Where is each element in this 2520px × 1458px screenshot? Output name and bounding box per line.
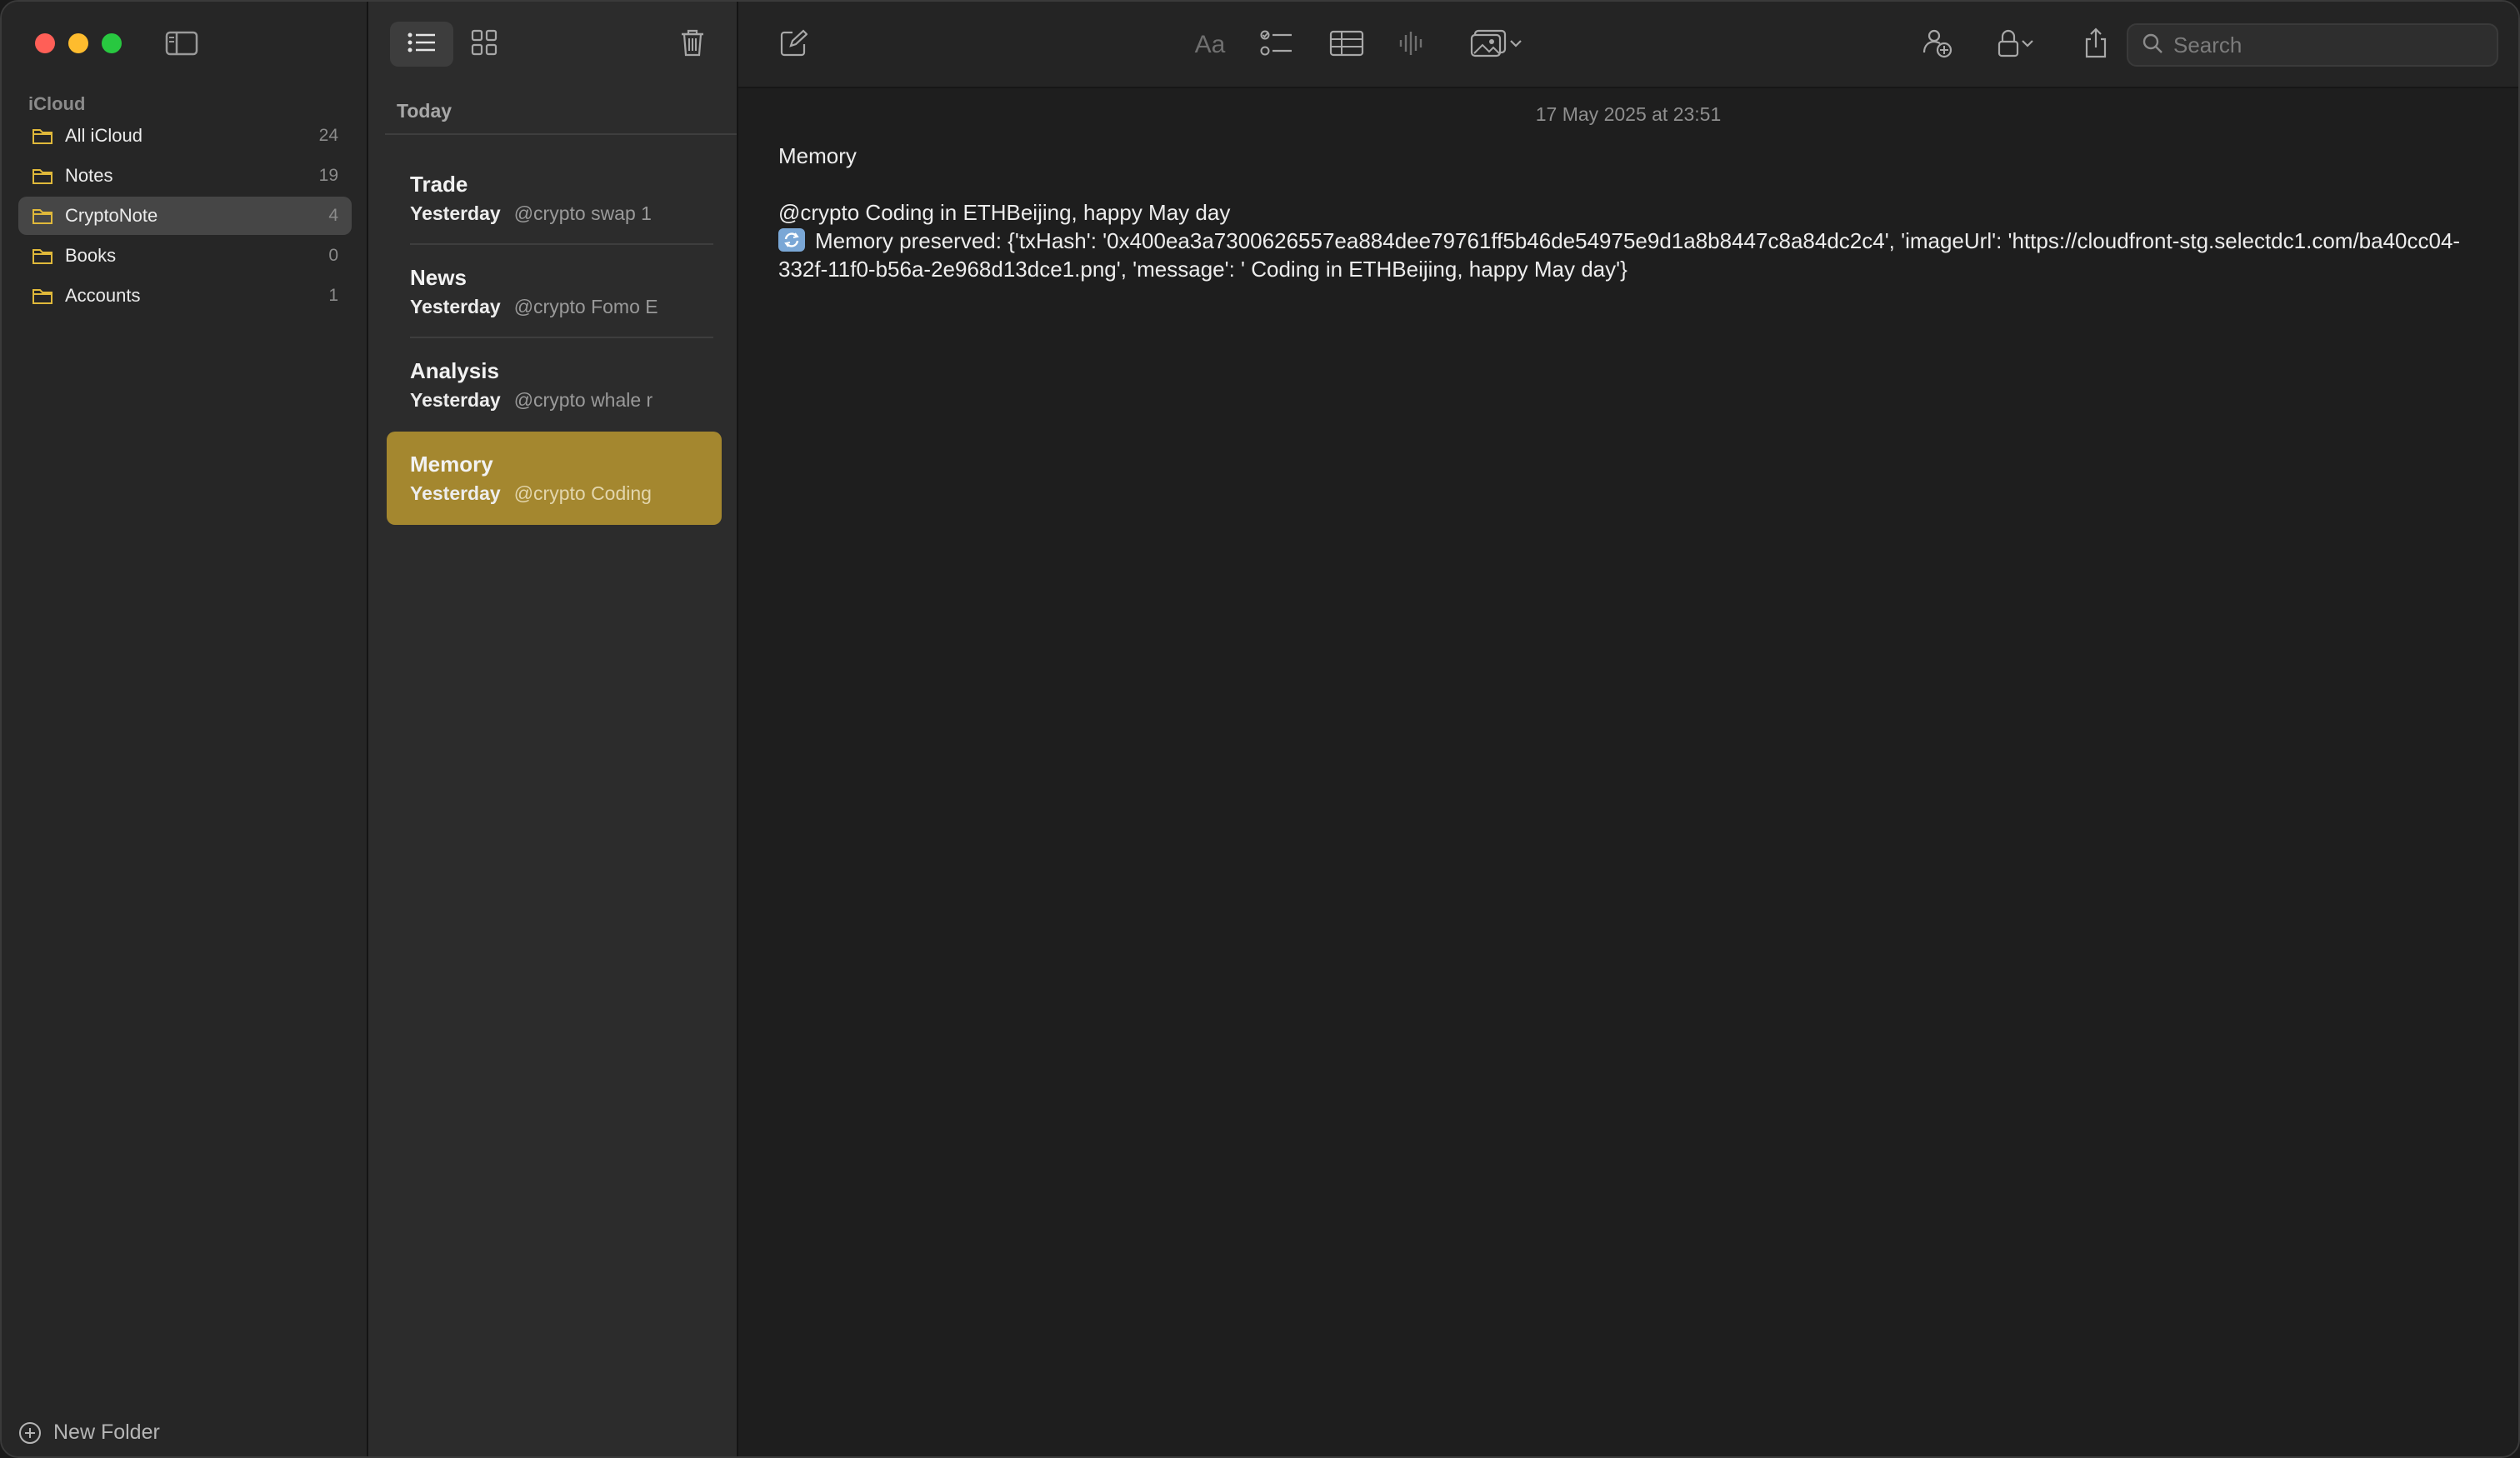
folder-item-all-icloud[interactable]: All iCloud 24 — [18, 117, 352, 155]
grid-icon — [471, 29, 498, 60]
folder-icon — [32, 127, 53, 145]
note-meta: Yesterday @crypto whale r — [410, 389, 698, 412]
folder-list: All iCloud 24 Notes 19 CryptoNote 4 Book… — [18, 117, 352, 317]
checklist-icon — [1260, 29, 1293, 62]
collaborate-button[interactable] — [1917, 23, 1958, 67]
note-heading: Memory — [778, 143, 857, 168]
group-label-today: Today — [397, 100, 452, 122]
list-icon — [408, 32, 436, 57]
note-title: Analysis — [410, 358, 499, 383]
search-field[interactable] — [2127, 23, 2498, 67]
folder-count: 0 — [328, 246, 338, 265]
compose-icon — [779, 28, 808, 62]
folder-name: CryptoNote — [65, 205, 158, 226]
delete-note-button[interactable] — [670, 22, 715, 67]
waveform-icon — [1398, 30, 1427, 61]
note-snippet: @crypto swap 1 — [513, 202, 652, 224]
note-editor: Aa Search 17 May 2025 at 23:51 Memory @c… — [738, 2, 2518, 1456]
folder-name: All iCloud — [65, 125, 142, 146]
note-snippet: @crypto Fomo E — [513, 296, 658, 317]
note-line: Memory preserved: {'txHash': '0x400ea3a7… — [778, 227, 2468, 283]
note-snippet: @crypto whale r — [513, 389, 653, 411]
search-input[interactable] — [2173, 32, 2473, 58]
folder-item-accounts[interactable]: Accounts 1 — [18, 277, 352, 315]
folder-count: 1 — [328, 286, 338, 305]
note-meta: Yesterday @crypto swap 1 — [410, 202, 698, 225]
new-folder-label: New Folder — [53, 1421, 160, 1444]
note-date: Yesterday — [410, 296, 501, 317]
note-body[interactable]: Memory @crypto Coding in ETHBeijing, hap… — [778, 142, 2468, 283]
folder-name: Books — [65, 245, 117, 266]
sidebar: iCloud All iCloud 24 Notes 19 CryptoNote… — [2, 2, 368, 1456]
note-title: Memory — [410, 452, 493, 477]
folder-item-notes[interactable]: Notes 19 — [18, 157, 352, 195]
note-title: News — [410, 265, 467, 290]
minimize-window-button[interactable] — [68, 33, 88, 53]
media-button[interactable] — [1463, 23, 1530, 67]
gallery-view-button[interactable] — [462, 22, 507, 67]
chevron-down-icon — [2020, 37, 2035, 52]
chevron-down-icon — [1508, 37, 1523, 52]
note-date: Yesterday — [410, 482, 501, 504]
note-item-news[interactable]: News Yesterday @crypto Fomo E — [387, 245, 722, 338]
divider — [385, 133, 737, 135]
folder-item-cryptonote[interactable]: CryptoNote 4 — [18, 197, 352, 235]
sidebar-toggle-icon[interactable] — [165, 30, 198, 57]
folder-icon — [32, 287, 53, 305]
note-meta: Yesterday @crypto Coding — [410, 482, 698, 505]
folder-count: 19 — [318, 166, 338, 185]
trash-icon — [680, 28, 705, 61]
lock-button[interactable] — [1987, 23, 2045, 67]
photo-icon — [1470, 29, 1508, 62]
folder-icon — [32, 167, 53, 185]
maximize-window-button[interactable] — [102, 33, 122, 53]
note-list-pane: Today Trade Yesterday @crypto swap 1 News… — [368, 2, 738, 1456]
note-title: Trade — [410, 172, 468, 197]
folder-icon — [32, 247, 53, 265]
note-date: Yesterday — [410, 202, 501, 224]
note-item-memory[interactable]: Memory Yesterday @crypto Coding — [387, 432, 722, 525]
checklist-button[interactable] — [1255, 23, 1298, 67]
folder-name: Accounts — [65, 285, 141, 306]
note-timestamp: 17 May 2025 at 23:51 — [1535, 103, 1722, 125]
share-icon — [2082, 27, 2109, 63]
new-folder-button[interactable]: New Folder — [18, 1421, 160, 1445]
notes-window: iCloud All iCloud 24 Notes 19 CryptoNote… — [0, 0, 2520, 1458]
note-snippet: @crypto Coding — [513, 482, 652, 504]
note-memory-preserved-text: Memory preserved: {'txHash': '0x400ea3a7… — [778, 228, 2461, 282]
note-line: @crypto Coding in ETHBeijing, happy May … — [778, 200, 1231, 225]
window-controls — [35, 33, 122, 53]
collaborate-icon — [1921, 27, 1954, 63]
folder-icon — [32, 207, 53, 225]
list-view-button[interactable] — [390, 22, 453, 67]
format-button[interactable]: Aa — [1187, 23, 1233, 67]
note-meta: Yesterday @crypto Fomo E — [410, 296, 698, 318]
plus-circle-icon — [18, 1421, 42, 1445]
note-date: Yesterday — [410, 389, 501, 411]
search-icon — [2142, 32, 2163, 58]
audio-button[interactable] — [1393, 23, 1432, 67]
close-window-button[interactable] — [35, 33, 55, 53]
folder-item-books[interactable]: Books 0 — [18, 237, 352, 275]
folder-name: Notes — [65, 165, 113, 186]
folder-count: 24 — [318, 126, 338, 145]
refresh-icon — [778, 228, 805, 252]
table-icon — [1329, 30, 1364, 61]
icloud-section-label: iCloud — [28, 93, 86, 114]
table-button[interactable] — [1325, 23, 1368, 67]
lock-icon — [1997, 29, 2020, 62]
editor-toolbar: Aa — [738, 2, 2518, 88]
folder-count: 4 — [328, 206, 338, 225]
compose-button[interactable] — [772, 23, 815, 67]
share-button[interactable] — [2077, 23, 2115, 67]
note-item-analysis[interactable]: Analysis Yesterday @crypto whale r — [387, 338, 722, 432]
note-item-trade[interactable]: Trade Yesterday @crypto swap 1 — [387, 152, 722, 245]
notes-list: Trade Yesterday @crypto swap 1 News Yeste… — [387, 152, 722, 525]
note-list-toolbar — [368, 2, 737, 87]
